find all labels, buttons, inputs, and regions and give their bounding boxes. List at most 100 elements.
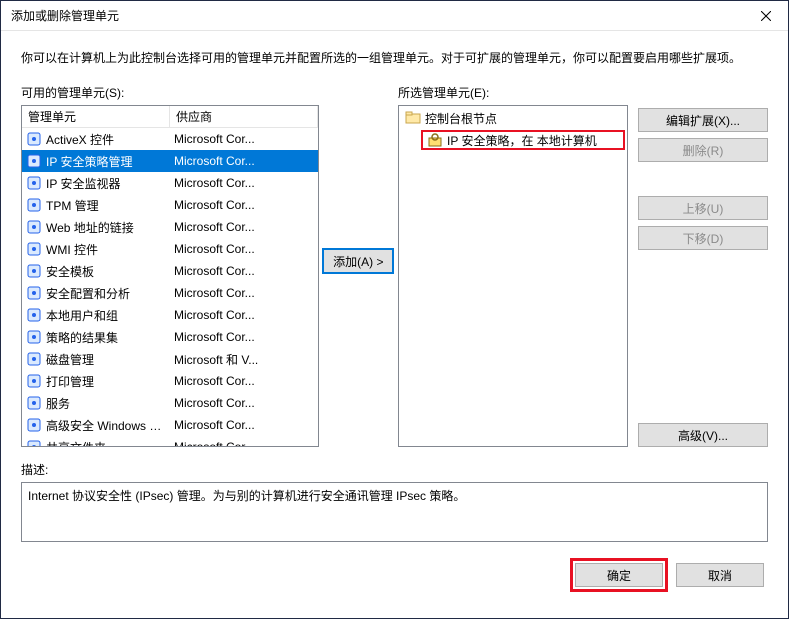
col-header-snapin[interactable]: 管理单元 <box>22 105 170 128</box>
description-section: 描述: Internet 协议安全性 (IPsec) 管理。为与别的计算机进行安… <box>21 461 768 542</box>
list-item-name: IP 安全策略管理 <box>46 153 170 170</box>
tree-child-label: IP 安全策略，在 本地计算机 <box>447 132 597 149</box>
close-button[interactable] <box>743 1 788 31</box>
selected-column: 所选管理单元(E): 控制台根节点 IP 安全策略，在 <box>398 84 628 447</box>
available-column: 可用的管理单元(S): 管理单元 供应商 ActiveX 控件Microsoft… <box>21 84 319 447</box>
folder-icon <box>405 110 421 126</box>
list-item-vendor: Microsoft Cor... <box>170 418 318 432</box>
list-item-vendor: Microsoft Cor... <box>170 308 318 322</box>
ok-button[interactable]: 确定 <box>575 563 663 587</box>
disk-mgmt-icon <box>26 351 42 367</box>
list-item-vendor: Microsoft Cor... <box>170 396 318 410</box>
list-item[interactable]: 服务Microsoft Cor... <box>22 392 318 414</box>
tree-child-node[interactable]: IP 安全策略，在 本地计算机 <box>421 130 625 150</box>
spacer <box>638 168 768 190</box>
list-item-name: 磁盘管理 <box>46 351 170 368</box>
list-item[interactable]: 策略的结果集Microsoft Cor... <box>22 326 318 348</box>
list-item-name: TPM 管理 <box>46 197 170 214</box>
list-item[interactable]: TPM 管理Microsoft Cor... <box>22 194 318 216</box>
activex-icon <box>26 131 42 147</box>
list-item-vendor: Microsoft Cor... <box>170 242 318 256</box>
spacer <box>638 84 768 102</box>
move-up-button[interactable]: 上移(U) <box>638 196 768 220</box>
list-item-name: IP 安全监视器 <box>46 175 170 192</box>
right-area: 所选管理单元(E): 控制台根节点 IP 安全策略，在 <box>398 84 768 447</box>
services-icon <box>26 395 42 411</box>
list-item-name: 策略的结果集 <box>46 329 170 346</box>
print-mgmt-icon <box>26 373 42 389</box>
tree-root-label: 控制台根节点 <box>425 110 497 127</box>
titlebar: 添加或删除管理单元 <box>1 1 788 31</box>
list-item[interactable]: Web 地址的链接Microsoft Cor... <box>22 216 318 238</box>
list-item[interactable]: IP 安全策略管理Microsoft Cor... <box>22 150 318 172</box>
list-item-name: 服务 <box>46 395 170 412</box>
users-groups-icon <box>26 307 42 323</box>
list-item[interactable]: 磁盘管理Microsoft 和 V... <box>22 348 318 370</box>
list-item-vendor: Microsoft Cor... <box>170 132 318 146</box>
side-buttons-column: 编辑扩展(X)... 删除(R) 上移(U) 下移(D) 高级(V)... <box>638 84 768 447</box>
intro-text: 你可以在计算机上为此控制台选择可用的管理单元并配置所选的一组管理单元。对于可扩展… <box>21 49 768 66</box>
ipsec-policy-icon <box>427 132 443 148</box>
add-button[interactable]: 添加(A) > <box>322 248 394 274</box>
list-item-vendor: Microsoft Cor... <box>170 286 318 300</box>
col-header-vendor[interactable]: 供应商 <box>170 105 318 128</box>
available-label: 可用的管理单元(S): <box>21 84 319 101</box>
list-item[interactable]: 打印管理Microsoft Cor... <box>22 370 318 392</box>
list-item[interactable]: ActiveX 控件Microsoft Cor... <box>22 128 318 150</box>
selected-label: 所选管理单元(E): <box>398 84 628 101</box>
list-item-name: 高级安全 Windows 防... <box>46 417 170 434</box>
sec-template-icon <box>26 263 42 279</box>
rsop-icon <box>26 329 42 345</box>
middle-column: 添加(A) > <box>319 84 398 274</box>
list-item-name: 本地用户和组 <box>46 307 170 324</box>
list-item[interactable]: 安全配置和分析Microsoft Cor... <box>22 282 318 304</box>
list-item-vendor: Microsoft Cor... <box>170 176 318 190</box>
move-down-button[interactable]: 下移(D) <box>638 226 768 250</box>
remove-button[interactable]: 删除(R) <box>638 138 768 162</box>
list-item-vendor: Microsoft Cor... <box>170 220 318 234</box>
cancel-button[interactable]: 取消 <box>676 563 764 587</box>
dialog-content: 你可以在计算机上为此控制台选择可用的管理单元并配置所选的一组管理单元。对于可扩展… <box>1 31 788 618</box>
ok-highlight: 确定 <box>570 558 668 592</box>
list-item-name: Web 地址的链接 <box>46 219 170 236</box>
available-list-rows: ActiveX 控件Microsoft Cor...IP 安全策略管理Micro… <box>22 128 318 447</box>
description-label: 描述: <box>21 461 768 478</box>
list-item[interactable]: 本地用户和组Microsoft Cor... <box>22 304 318 326</box>
list-item-vendor: Microsoft Cor... <box>170 440 318 447</box>
advanced-button[interactable]: 高级(V)... <box>638 423 768 447</box>
list-item[interactable]: IP 安全监视器Microsoft Cor... <box>22 172 318 194</box>
dialog-window: 添加或删除管理单元 你可以在计算机上为此控制台选择可用的管理单元并配置所选的一组… <box>0 0 789 619</box>
panels: 可用的管理单元(S): 管理单元 供应商 ActiveX 控件Microsoft… <box>21 84 768 447</box>
list-item-vendor: Microsoft Cor... <box>170 374 318 388</box>
dialog-footer: 确定 取消 <box>21 558 768 592</box>
ipsec-policy-icon <box>26 153 42 169</box>
ipsec-monitor-icon <box>26 175 42 191</box>
wmi-icon <box>26 241 42 257</box>
list-item-name: ActiveX 控件 <box>46 131 170 148</box>
edit-extensions-button[interactable]: 编辑扩展(X)... <box>638 108 768 132</box>
list-item[interactable]: WMI 控件Microsoft Cor... <box>22 238 318 260</box>
list-item-name: 打印管理 <box>46 373 170 390</box>
description-box: Internet 协议安全性 (IPsec) 管理。为与别的计算机进行安全通讯管… <box>21 482 768 542</box>
list-item[interactable]: 安全模板Microsoft Cor... <box>22 260 318 282</box>
close-icon <box>761 11 771 21</box>
list-item-vendor: Microsoft Cor... <box>170 198 318 212</box>
available-list-header: 管理单元 供应商 <box>22 106 318 128</box>
list-item-vendor: Microsoft Cor... <box>170 154 318 168</box>
list-item[interactable]: 共享文件夹Microsoft Cor... <box>22 436 318 447</box>
list-item-vendor: Microsoft Cor... <box>170 330 318 344</box>
spacer <box>638 256 768 417</box>
list-item-name: 安全模板 <box>46 263 170 280</box>
list-item[interactable]: 高级安全 Windows 防...Microsoft Cor... <box>22 414 318 436</box>
list-item-vendor: Microsoft 和 V... <box>170 351 318 368</box>
available-listbox[interactable]: 管理单元 供应商 ActiveX 控件Microsoft Cor...IP 安全… <box>21 105 319 447</box>
window-title: 添加或删除管理单元 <box>11 7 119 24</box>
list-item-name: WMI 控件 <box>46 241 170 258</box>
tpm-icon <box>26 197 42 213</box>
firewall-icon <box>26 417 42 433</box>
sec-config-icon <box>26 285 42 301</box>
tree-root-node[interactable]: 控制台根节点 <box>401 108 625 128</box>
web-link-icon <box>26 219 42 235</box>
shared-folders-icon <box>26 439 42 447</box>
selected-tree[interactable]: 控制台根节点 IP 安全策略，在 本地计算机 <box>398 105 628 447</box>
